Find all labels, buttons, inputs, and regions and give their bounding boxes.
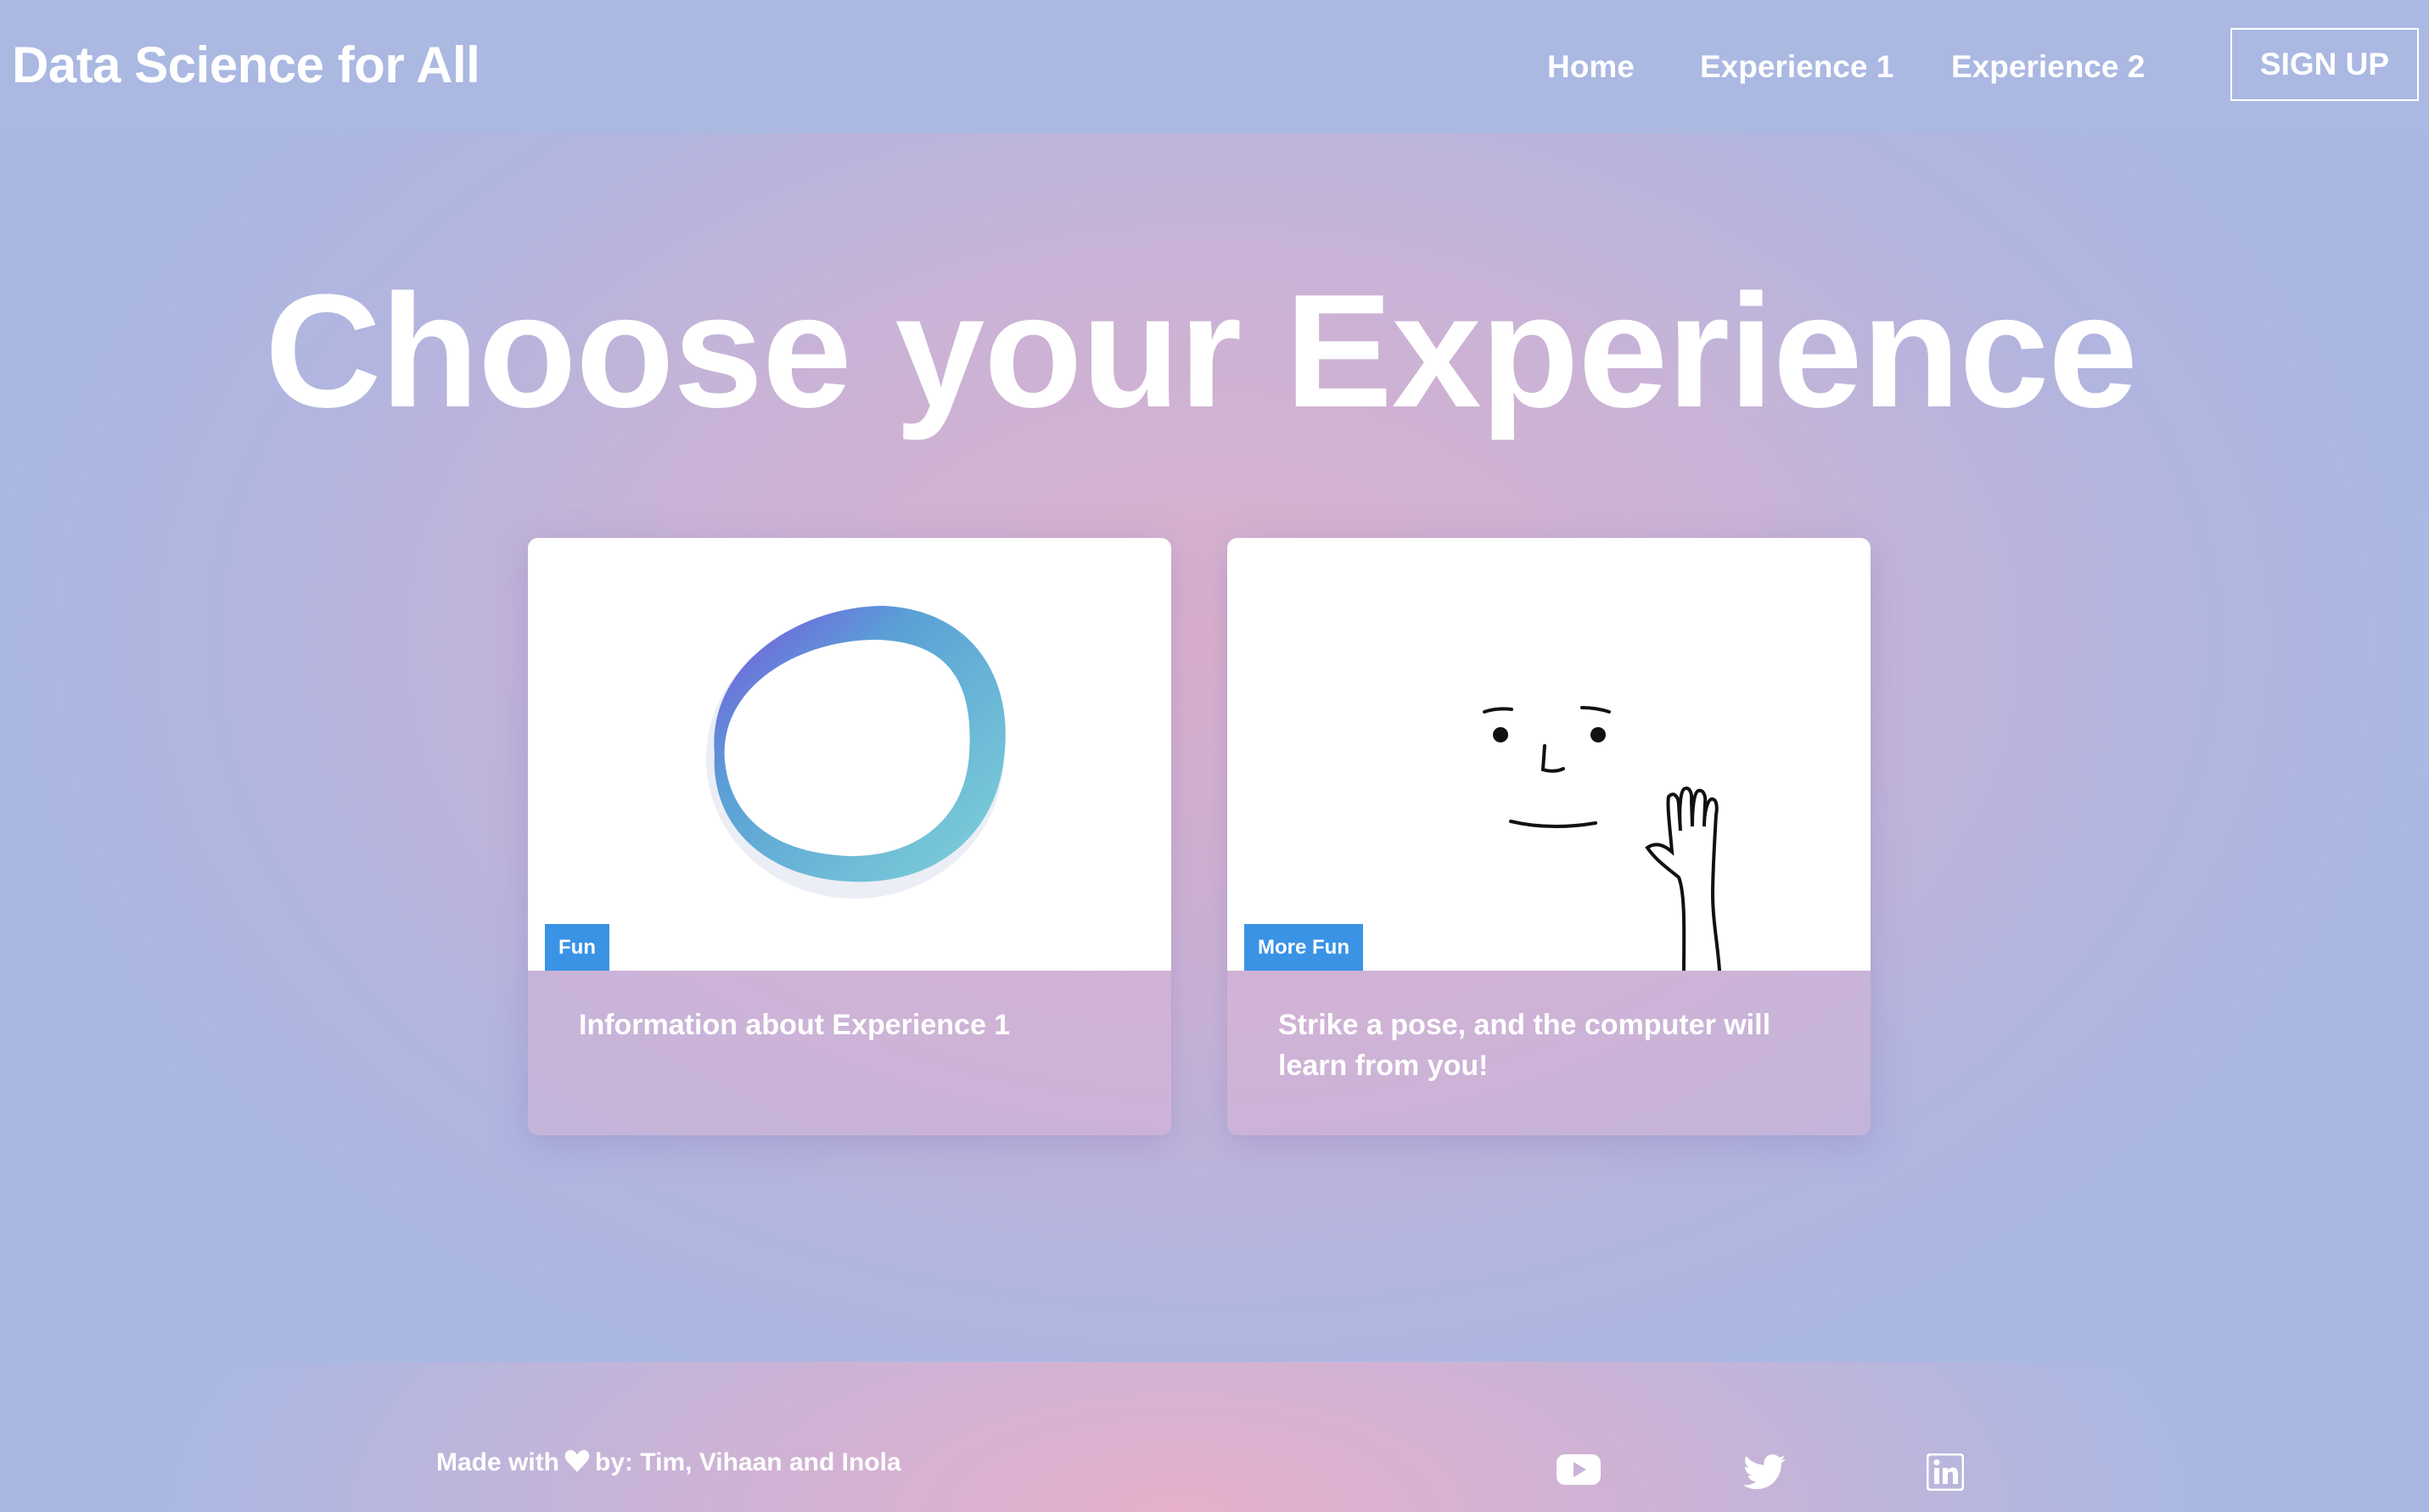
- heart-icon: [564, 1448, 590, 1477]
- page-title: Choose your Experience: [265, 261, 2138, 441]
- experience-card-1[interactable]: Fun Information about Experience 1: [528, 538, 1171, 1135]
- nav-link-experience-1[interactable]: Experience 1: [1700, 49, 1893, 85]
- card-image-1: [528, 538, 1171, 971]
- waving-face-icon: [1483, 706, 1721, 971]
- brand-title[interactable]: Data Science for All: [12, 36, 480, 94]
- blob-circle-icon: [706, 606, 1006, 899]
- sign-up-button[interactable]: SIGN UP: [2230, 28, 2419, 101]
- twitter-icon[interactable]: [1743, 1454, 1786, 1494]
- experience-card-2[interactable]: More Fun Strike a pose, and the computer…: [1227, 538, 1871, 1135]
- card-tag-more-fun: More Fun: [1244, 924, 1363, 971]
- footer-credits: Made with by: Tim, Vihaan and Inola: [436, 1448, 901, 1477]
- card-description-2: Strike a pose, and the computer will lea…: [1278, 1009, 1771, 1082]
- credits-names: by: Tim, Vihaan and Inola: [595, 1448, 901, 1476]
- card-description-1: Information about Experience 1: [579, 1009, 1011, 1041]
- footer-background: [0, 1362, 2429, 1512]
- linkedin-icon[interactable]: [1926, 1453, 1965, 1495]
- nav-link-experience-2[interactable]: Experience 2: [1951, 49, 2145, 85]
- navbar: Data Science for All Home Experience 1 E…: [0, 0, 2429, 133]
- nav-link-home[interactable]: Home: [1547, 49, 1635, 85]
- youtube-icon[interactable]: [1556, 1453, 1602, 1491]
- made-with-label: Made with: [436, 1448, 560, 1476]
- card-tag-fun: Fun: [545, 924, 609, 971]
- card-image-2: [1227, 538, 1871, 971]
